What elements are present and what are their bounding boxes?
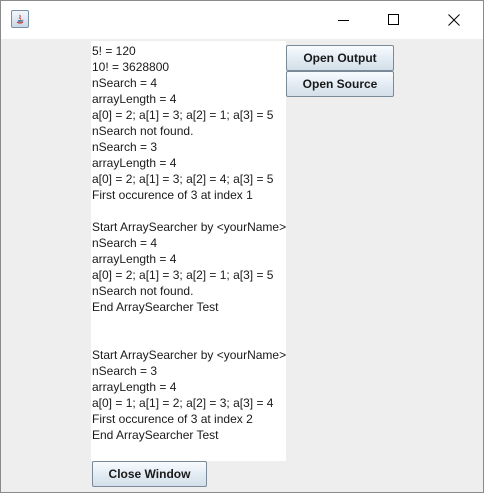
output-line: arrayLength = 4 xyxy=(92,92,177,106)
output-line: nSearch not found. xyxy=(92,124,194,138)
output-line: a[0] = 1; a[1] = 2; a[2] = 3; a[3] = 4 xyxy=(92,396,274,410)
output-line: Start ArraySearcher by <yourName> xyxy=(92,348,286,362)
output-line: nSearch = 3 xyxy=(92,140,158,154)
output-line: Start ArraySearcher by <yourName> xyxy=(92,220,286,234)
output-line: 5! = 120 xyxy=(92,44,136,58)
minimize-button[interactable] xyxy=(321,1,367,39)
output-line: End ArraySearcher Test xyxy=(92,300,219,314)
output-line: 10! = 3628800 xyxy=(92,60,170,74)
close-button[interactable] xyxy=(431,1,477,39)
output-line: nSearch = 4 xyxy=(92,236,158,250)
output-line: arrayLength = 4 xyxy=(92,156,177,170)
maximize-icon xyxy=(388,14,399,25)
output-line: a[0] = 2; a[1] = 3; a[2] = 1; a[3] = 5 xyxy=(92,268,274,282)
close-window-button[interactable]: Close Window xyxy=(92,461,207,487)
output-text-area[interactable]: 5! = 120 10! = 3628800 nSearch = 4 array… xyxy=(91,41,286,461)
app-window: 5! = 120 10! = 3628800 nSearch = 4 array… xyxy=(0,0,484,493)
open-source-button[interactable]: Open Source xyxy=(286,71,394,97)
output-line: End ArraySearcher Test xyxy=(92,428,219,442)
output-line: a[0] = 2; a[1] = 3; a[2] = 4; a[3] = 5 xyxy=(92,172,274,186)
open-output-button[interactable]: Open Output xyxy=(286,45,394,71)
output-line: First occurence of 3 at index 1 xyxy=(92,188,253,202)
title-bar[interactable] xyxy=(1,1,483,39)
output-line: nSearch = 3 xyxy=(92,364,158,378)
output-line: a[0] = 2; a[1] = 3; a[2] = 1; a[3] = 5 xyxy=(92,108,274,122)
maximize-button[interactable] xyxy=(371,1,417,39)
close-icon xyxy=(448,14,460,26)
minimize-icon xyxy=(338,20,349,21)
output-line: arrayLength = 4 xyxy=(92,252,177,266)
output-line: nSearch not found. xyxy=(92,284,194,298)
output-line: First occurence of 3 at index 2 xyxy=(92,412,253,426)
output-line: arrayLength = 4 xyxy=(92,380,177,394)
java-app-icon[interactable] xyxy=(11,10,29,28)
output-line: nSearch = 4 xyxy=(92,76,158,90)
